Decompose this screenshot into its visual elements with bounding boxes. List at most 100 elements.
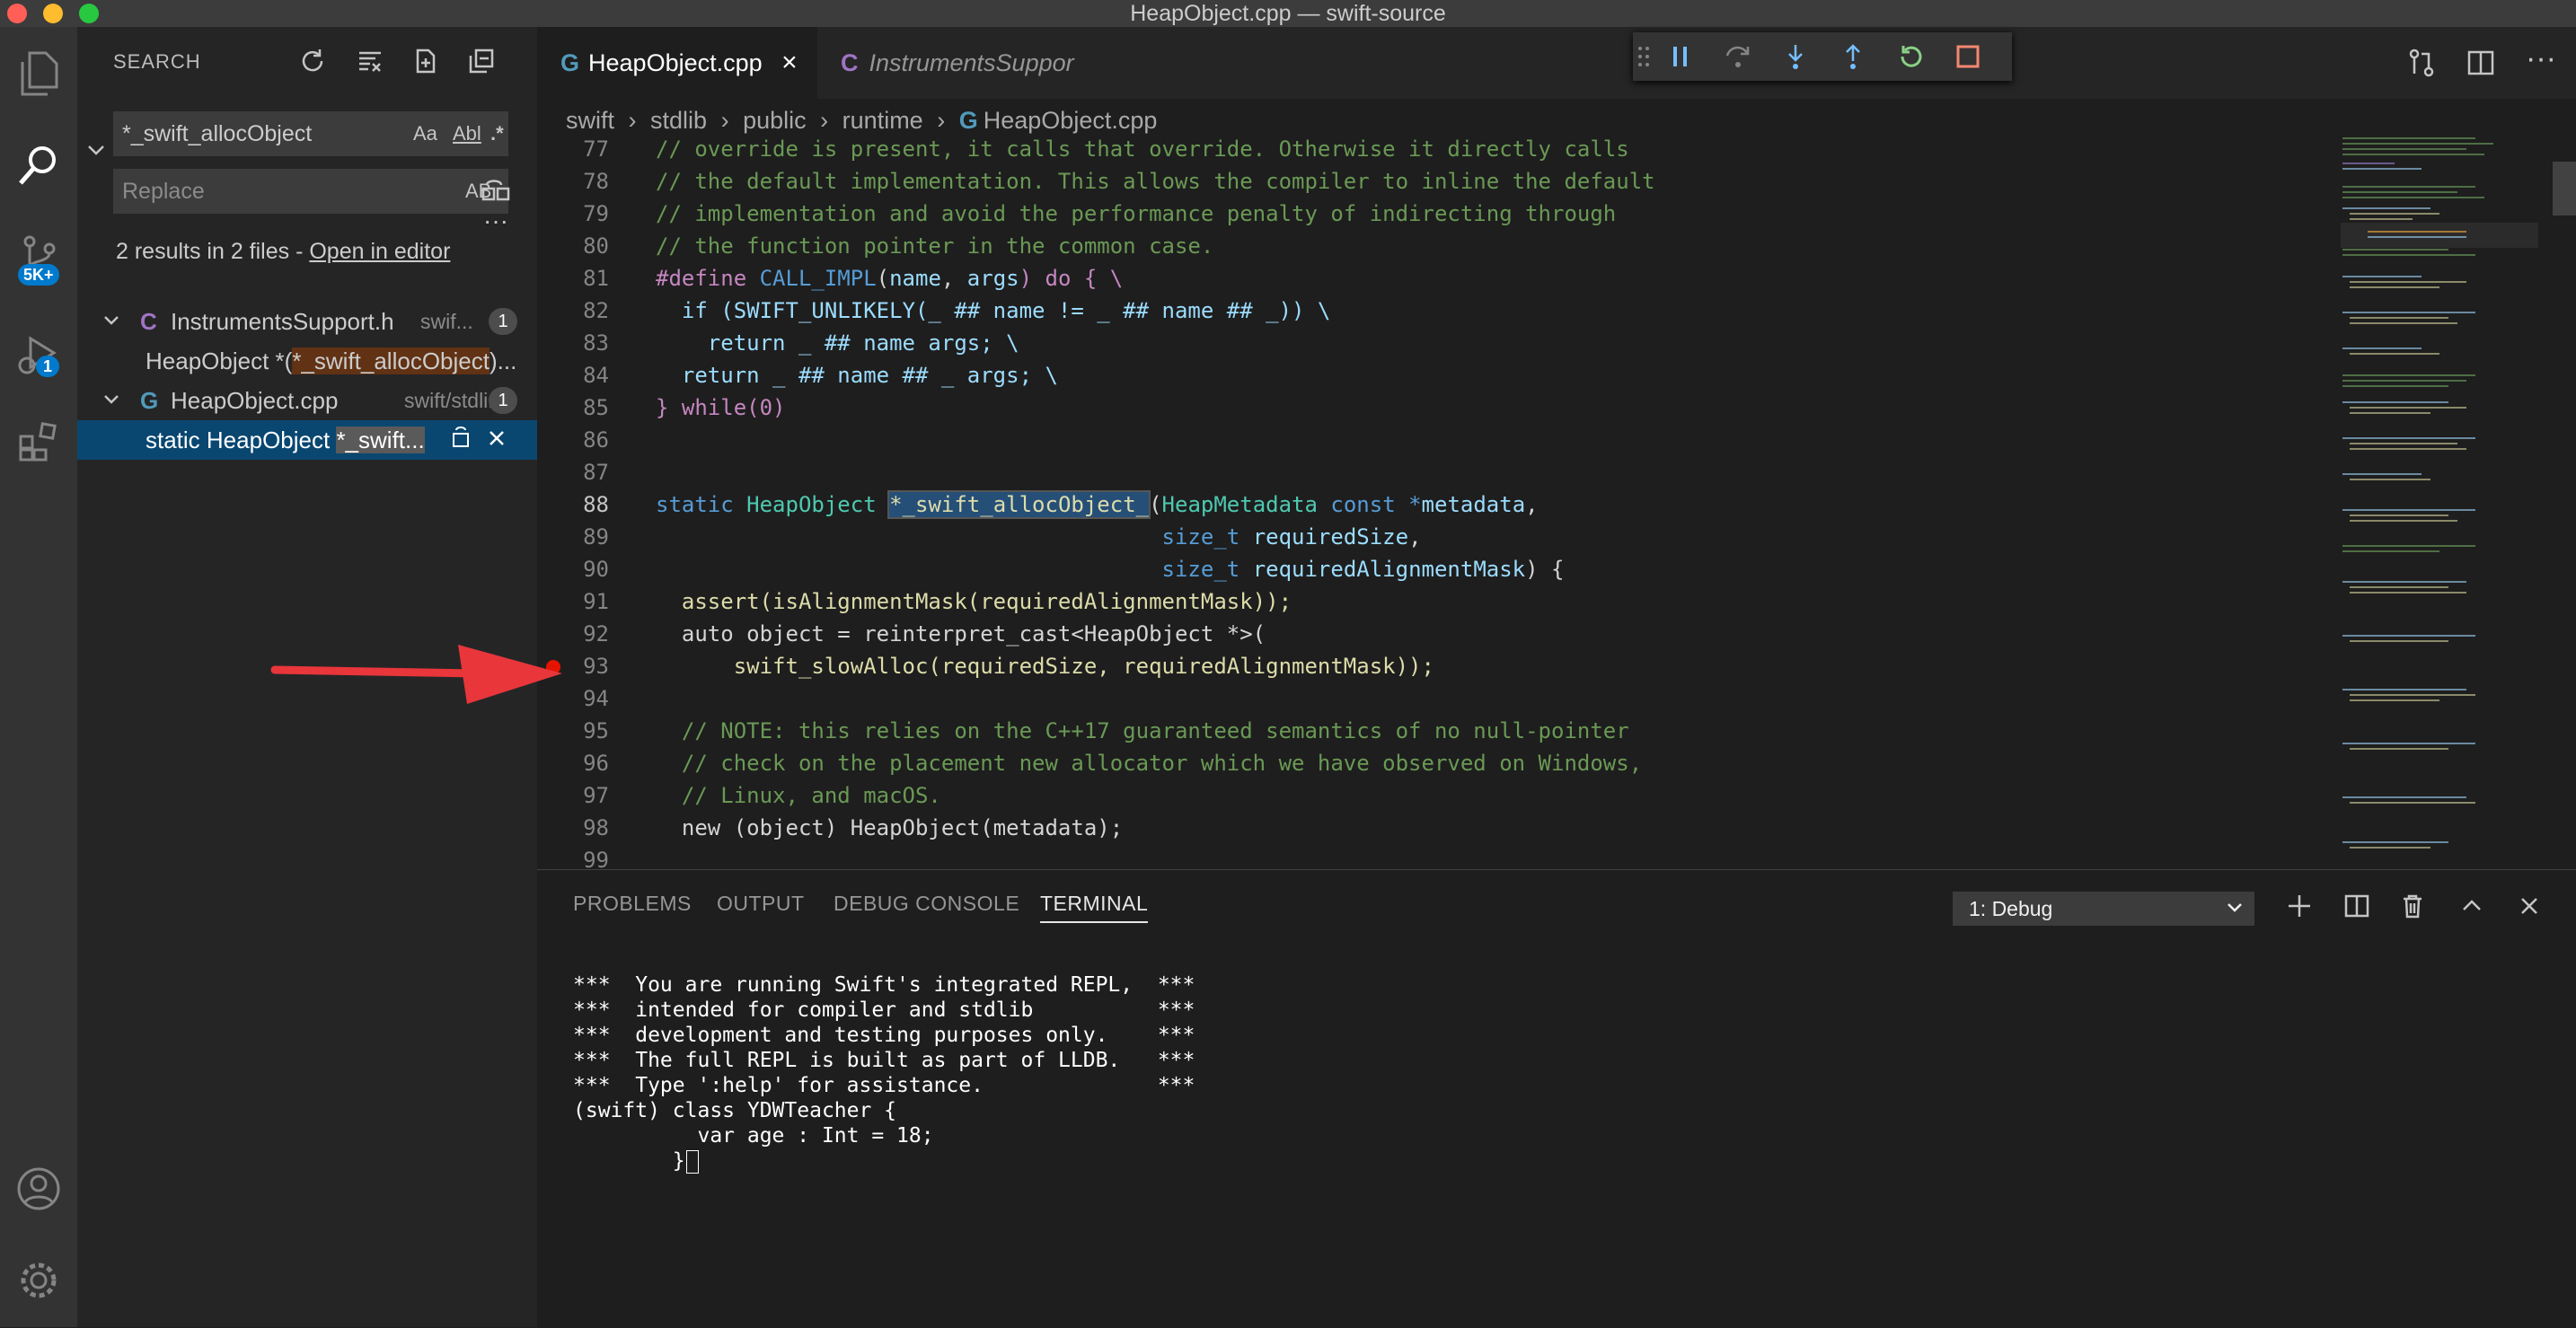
terminal-line: *** The full REPL is built as part of LL… [573, 1049, 1195, 1072]
tab-problems[interactable]: PROBLEMS [573, 892, 692, 916]
terminal-cursor [685, 1149, 699, 1174]
result-file-row[interactable]: C InstrumentsSupport.h swif... 1 [77, 302, 537, 341]
replace-input[interactable]: Replace AB [113, 169, 508, 214]
minimap[interactable] [2341, 133, 2538, 869]
breadcrumb-item[interactable]: public [743, 107, 807, 134]
more-options-icon[interactable]: ··· [483, 208, 508, 233]
split-editor-icon[interactable] [2466, 48, 2495, 82]
drag-handle-icon[interactable] [1635, 40, 1653, 74]
replace-all-icon[interactable] [480, 176, 512, 208]
collapse-all-icon[interactable] [465, 45, 498, 77]
tab-debug-console[interactable]: DEBUG CONSOLE [834, 892, 1019, 916]
terminal-select[interactable]: 1: Debug [1953, 892, 2254, 926]
terminal-output[interactable]: *** You are running Swift's integrated R… [573, 947, 1195, 1224]
code-line: 78// the default implementation. This al… [583, 169, 1655, 194]
toggle-replace-chevron-icon[interactable] [86, 140, 106, 160]
code-line-current: 88 static HeapObject *_swift_allocObject_… [583, 490, 1539, 519]
match-case-toggle[interactable]: Aa [413, 111, 437, 156]
step-out-icon[interactable] [1836, 40, 1870, 74]
scm-badge: 5K+ [18, 264, 59, 286]
code-line: 89 size_t requiredSize, [583, 524, 1422, 550]
terminal-line: *** Type ':help' for assistance. *** [573, 1074, 1195, 1097]
search-input[interactable]: *_swift_allocObject Aa Abl .* [113, 111, 508, 156]
explorer-icon[interactable] [12, 47, 66, 101]
bottom-panel: PROBLEMS OUTPUT DEBUG CONSOLE TERMINAL 1… [537, 869, 2576, 1328]
split-terminal-icon[interactable] [2339, 888, 2375, 924]
code-line-breakpoint: 93 swift_slowAlloc(requiredSize, require… [537, 650, 2333, 682]
more-actions-icon[interactable]: ··· [2526, 41, 2556, 76]
extensions-icon[interactable] [12, 415, 66, 469]
step-over-icon[interactable] [1721, 40, 1755, 74]
terminal-prompt-line: } [573, 1148, 1195, 1174]
editor-scrollbar-thumb[interactable] [2553, 162, 2576, 215]
whole-word-toggle[interactable]: Abl [453, 111, 481, 156]
search-icon[interactable] [12, 138, 66, 192]
cpp-file-icon: G [560, 49, 580, 76]
code-line: 91 assert(isAlignmentMask(requiredAlignm… [583, 589, 1292, 614]
result-file-row[interactable]: G HeapObject.cpp swift/stdli... 1 [77, 381, 537, 420]
code-line: 96 // check on the placement new allocat… [583, 751, 1643, 776]
terminal-line: *** development and testing purposes onl… [573, 1024, 1195, 1047]
new-search-editor-icon[interactable] [410, 45, 442, 77]
result-file-path: swif... [420, 310, 473, 333]
breadcrumb-item[interactable]: runtime [842, 107, 923, 134]
code-line: 94 [583, 686, 609, 711]
code-line: 98 new (object) HeapObject(metadata); [583, 815, 1124, 840]
new-terminal-icon[interactable] [2281, 888, 2317, 924]
code-line: 97 // Linux, and macOS. [583, 783, 941, 808]
code-line: 86 [583, 427, 609, 453]
account-icon[interactable] [12, 1162, 66, 1216]
refresh-icon[interactable] [296, 45, 329, 77]
pause-icon[interactable] [1663, 40, 1698, 74]
editor-area: G HeapObject.cpp × C InstrumentsSuppor ···… [537, 27, 2576, 873]
terminal-line: var age : Int = 18; [573, 1124, 934, 1148]
code-line: 82 if (SWIFT_UNLIKELY(_ ## name != _ ## … [583, 298, 1331, 323]
replace-match-icon[interactable] [451, 420, 471, 460]
breadcrumb-item[interactable]: swift [566, 107, 614, 134]
dismiss-match-icon[interactable] [487, 420, 507, 460]
zoom-window-button[interactable] [79, 4, 99, 23]
trash-icon[interactable] [2395, 888, 2430, 924]
chevron-down-icon [102, 302, 120, 341]
tab-instrumentssupport-h[interactable]: C InstrumentsSuppor [817, 27, 1105, 99]
open-changes-icon[interactable] [2407, 48, 2436, 82]
terminal-line: *** intended for compiler and stdlib *** [573, 998, 1195, 1022]
stop-icon[interactable] [1951, 40, 1985, 74]
breadcrumb-file[interactable]: HeapObject.cpp [984, 107, 1158, 134]
step-into-icon[interactable] [1778, 40, 1813, 74]
regex-toggle[interactable]: .* [490, 111, 504, 156]
result-count-badge: 1 [489, 387, 517, 414]
maximize-panel-icon[interactable] [2454, 888, 2490, 924]
tab-terminal[interactable]: TERMINAL [1040, 892, 1149, 923]
code-line: 95 // NOTE: this relies on the C++17 gua… [583, 718, 1629, 743]
open-in-editor-link[interactable]: Open in editor [309, 239, 450, 264]
result-match-row[interactable]: HeapObject *(*_swift_allocObject)... [77, 341, 537, 381]
clear-results-icon[interactable] [354, 45, 386, 77]
title-bar: HeapObject.cpp — swift-source [0, 0, 2576, 27]
tab-output[interactable]: OUTPUT [717, 892, 805, 916]
code-line: 87 [583, 460, 609, 485]
results-summary: 2 results in 2 files - Open in editor [116, 239, 451, 264]
settings-gear-icon[interactable] [12, 1253, 66, 1307]
selected-symbol: *_swift_allocObject_ [887, 490, 1151, 519]
tab-heapobject-cpp[interactable]: G HeapObject.cpp × [537, 27, 817, 99]
code-editor[interactable]: 77// override is present, it calls that … [537, 133, 2333, 873]
restart-icon[interactable] [1893, 40, 1928, 74]
run-debug-icon[interactable] [12, 329, 66, 383]
chevron-down-icon [2226, 892, 2244, 926]
code-line: 92 auto object = reinterpret_cast<HeapOb… [583, 621, 1266, 646]
close-window-button[interactable] [7, 4, 27, 23]
close-panel-icon[interactable] [2511, 888, 2547, 924]
chevron-right-icon: › [937, 107, 946, 134]
c-header-file-icon: C [841, 49, 859, 76]
close-tab-icon[interactable]: × [781, 48, 798, 77]
result-match-row-selected[interactable]: static HeapObject *_swift... [77, 420, 537, 460]
minimize-window-button[interactable] [43, 4, 63, 23]
breadcrumb-item[interactable]: stdlib [650, 107, 707, 134]
result-match-text: HeapObject *(*_swift_allocObject)... [146, 347, 517, 374]
c-header-file-icon: C [140, 308, 157, 335]
debug-toolbar [1633, 32, 2012, 81]
code-line: 80// the function pointer in the common … [583, 233, 1214, 259]
sidebar-title: SEARCH [113, 50, 201, 73]
cpp-file-icon: G [958, 107, 978, 134]
